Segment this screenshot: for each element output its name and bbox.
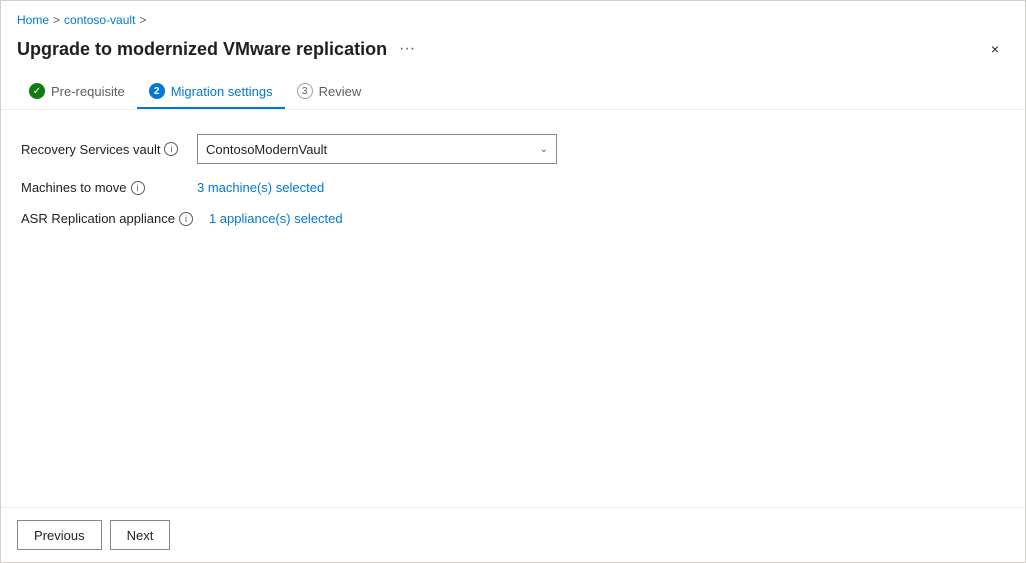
breadcrumb-vault[interactable]: contoso-vault — [64, 13, 135, 27]
vault-control: ContosoModernVault ⌄ — [197, 134, 721, 164]
title-inner: Upgrade to modernized VMware replication… — [17, 37, 419, 61]
form-row-machines: Machines to move i 3 machine(s) selected — [21, 180, 721, 195]
breadcrumb-home[interactable]: Home — [17, 13, 49, 27]
tab-review[interactable]: 3 Review — [285, 75, 374, 109]
tab-prereq[interactable]: ✓ Pre-requisite — [17, 75, 137, 109]
vault-chevron-icon: ⌄ — [540, 144, 548, 155]
tab-migration-icon: 2 — [149, 83, 165, 99]
close-button[interactable]: × — [981, 35, 1009, 63]
modal-footer: Previous Next — [1, 507, 1025, 562]
modal-header: Home > contoso-vault > Upgrade to modern… — [1, 1, 1025, 110]
form-row-appliance: ASR Replication appliance i 1 appliance(… — [21, 211, 721, 226]
vault-dropdown-value: ContosoModernVault — [206, 142, 327, 157]
breadcrumb: Home > contoso-vault > — [17, 13, 1009, 27]
appliance-label: ASR Replication appliance i — [21, 211, 193, 226]
breadcrumb-sep2: > — [139, 13, 146, 27]
modal-container: Home > contoso-vault > Upgrade to modern… — [0, 0, 1026, 563]
form-row-vault: Recovery Services vault i ContosoModernV… — [21, 134, 721, 164]
machines-label: Machines to move i — [21, 180, 181, 195]
appliance-control: 1 appliance(s) selected — [209, 211, 721, 226]
vault-info-icon[interactable]: i — [164, 142, 178, 156]
tab-prereq-icon: ✓ — [29, 83, 45, 99]
tabs-row: ✓ Pre-requisite 2 Migration settings 3 R… — [17, 75, 1009, 109]
tab-review-label: Review — [319, 84, 362, 99]
form-section: Recovery Services vault i ContosoModernV… — [21, 134, 721, 226]
tab-prereq-label: Pre-requisite — [51, 84, 125, 99]
machines-link[interactable]: 3 machine(s) selected — [197, 180, 324, 195]
previous-button[interactable]: Previous — [17, 520, 102, 550]
ellipsis-button[interactable]: ··· — [395, 37, 419, 61]
tab-migration-label: Migration settings — [171, 84, 273, 99]
title-row: Upgrade to modernized VMware replication… — [17, 35, 1009, 63]
breadcrumb-sep1: > — [53, 13, 60, 27]
appliance-info-icon[interactable]: i — [179, 212, 193, 226]
modal-title: Upgrade to modernized VMware replication — [17, 39, 387, 60]
machines-control: 3 machine(s) selected — [197, 180, 721, 195]
vault-dropdown[interactable]: ContosoModernVault ⌄ — [197, 134, 557, 164]
tab-migration[interactable]: 2 Migration settings — [137, 75, 285, 109]
appliance-link[interactable]: 1 appliance(s) selected — [209, 211, 343, 226]
tab-review-icon: 3 — [297, 83, 313, 99]
next-button[interactable]: Next — [110, 520, 171, 550]
machines-info-icon[interactable]: i — [131, 181, 145, 195]
modal-body: Recovery Services vault i ContosoModernV… — [1, 110, 1025, 507]
vault-label: Recovery Services vault i — [21, 142, 181, 157]
